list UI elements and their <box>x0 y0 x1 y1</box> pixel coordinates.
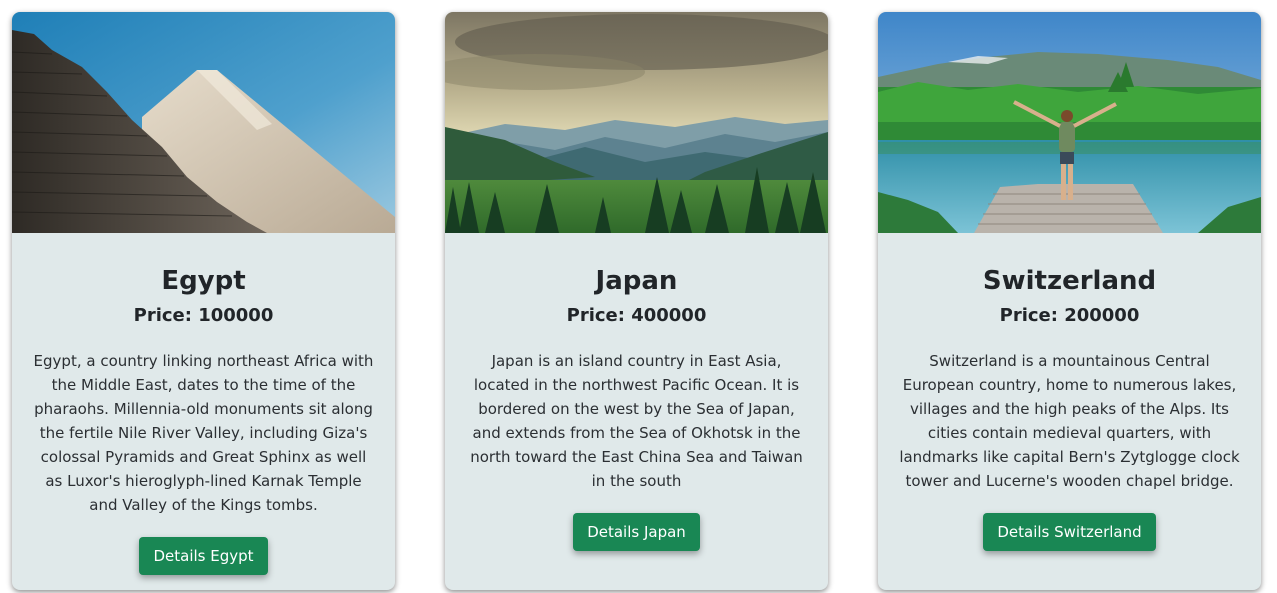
details-japan-button[interactable]: Details Japan <box>573 513 700 551</box>
card-body: Switzerland Price: 200000 Switzerland is… <box>878 265 1261 551</box>
card-price: Price: 200000 <box>999 305 1140 326</box>
card-body: Egypt Price: 100000 Egypt, a country lin… <box>12 265 395 575</box>
card-title: Egypt <box>161 266 246 296</box>
pyramid-photo <box>12 12 395 233</box>
card-price: Price: 400000 <box>566 305 707 326</box>
lake-pier-photo <box>878 12 1261 233</box>
card-body: Japan Price: 400000 Japan is an island c… <box>445 265 828 551</box>
card-japan: Japan Price: 400000 Japan is an island c… <box>445 12 828 590</box>
card-description: Egypt, a country linking northeast Afric… <box>33 352 374 514</box>
card-description: Switzerland is a mountainous Central Eur… <box>899 352 1240 490</box>
details-switzerland-button[interactable]: Details Switzerland <box>983 513 1156 551</box>
mountain-landscape-photo <box>445 12 828 233</box>
card-switzerland: Switzerland Price: 200000 Switzerland is… <box>878 12 1261 590</box>
card-description: Japan is an island country in East Asia,… <box>470 352 803 490</box>
card-title: Japan <box>595 266 678 296</box>
card-price: Price: 100000 <box>133 305 274 326</box>
card-title: Switzerland <box>982 266 1157 296</box>
card-egypt: Egypt Price: 100000 Egypt, a country lin… <box>12 12 395 590</box>
details-egypt-button[interactable]: Details Egypt <box>139 537 268 575</box>
